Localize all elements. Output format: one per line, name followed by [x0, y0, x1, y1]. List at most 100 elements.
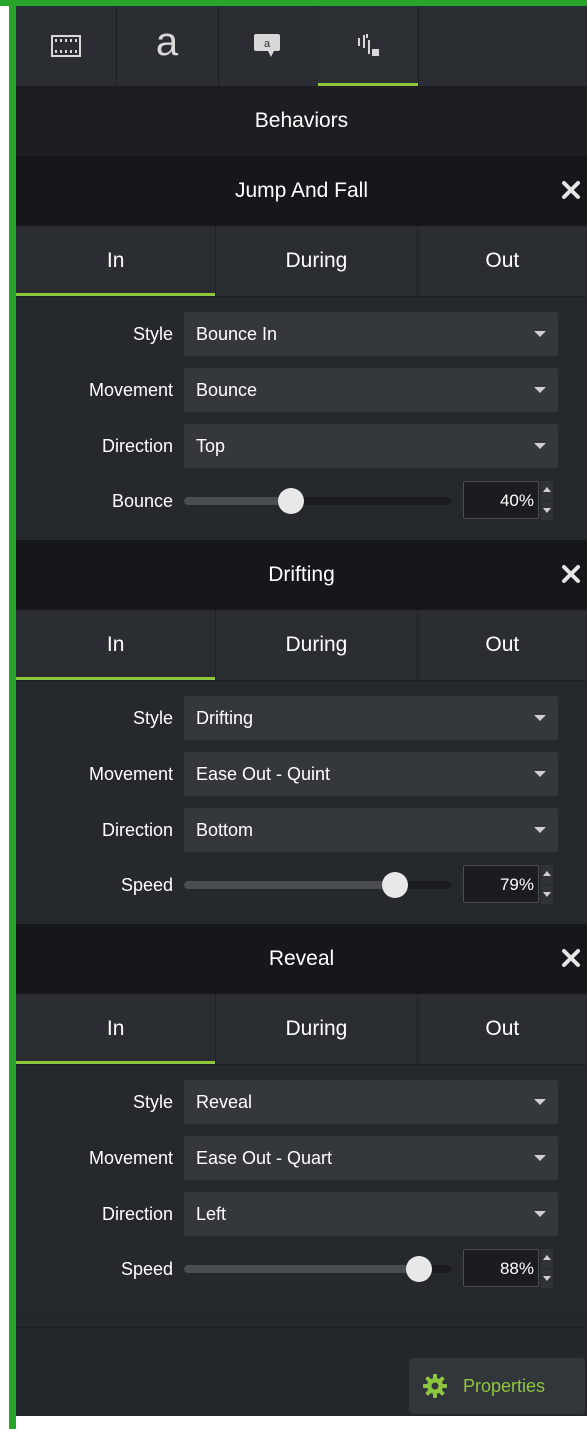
tab-out[interactable]: Out: [418, 226, 587, 296]
slider-row: Speed 79%: [16, 863, 587, 907]
movement-row: Movement Ease Out - Quint: [16, 752, 587, 796]
style-dropdown[interactable]: Reveal: [184, 1080, 558, 1124]
tab-during[interactable]: During: [216, 226, 418, 296]
movement-label: Movement: [88, 764, 173, 784]
callout-icon-letter: a: [264, 38, 271, 50]
slider-thumb[interactable]: [405, 1256, 432, 1282]
tab-out[interactable]: Out: [418, 994, 587, 1064]
spin-down-icon[interactable]: [541, 501, 553, 520]
tab-in[interactable]: In: [16, 226, 217, 296]
remove-behavior-icon[interactable]: [561, 564, 581, 584]
style-dropdown[interactable]: Bounce In: [184, 312, 558, 356]
tab-in[interactable]: In: [16, 610, 217, 680]
phase-tabs: In During Out: [16, 994, 587, 1064]
behavior-properties: Style Reveal Movement Ease Out - Quart D…: [16, 1064, 587, 1311]
direction-dropdown[interactable]: Bottom: [184, 808, 558, 852]
spinbox-value[interactable]: 88%: [463, 1249, 539, 1287]
properties-button[interactable]: Properties: [409, 1358, 585, 1414]
style-value: Drifting: [196, 708, 254, 728]
style-label: Style: [132, 1092, 173, 1112]
style-row: Style Bounce In: [16, 312, 587, 356]
direction-dropdown[interactable]: Left: [184, 1192, 558, 1236]
film-strip-icon: [51, 35, 81, 57]
tab-text-properties[interactable]: a: [116, 6, 219, 86]
spinbox-value[interactable]: 40%: [463, 481, 539, 519]
slider-track: [184, 497, 451, 505]
gear-icon: [423, 1374, 447, 1398]
spin-up-icon[interactable]: [541, 1249, 553, 1268]
behavior-name: Reveal: [268, 947, 335, 970]
bounce-spinbox: 40%: [463, 479, 555, 523]
slider-thumb[interactable]: [277, 488, 304, 514]
tab-during[interactable]: During: [216, 994, 418, 1064]
movement-dropdown[interactable]: Bounce: [184, 368, 558, 412]
behavior-jump-and-fall: Jump And Fall In During Out Style Bounce…: [16, 156, 587, 543]
movement-dropdown[interactable]: Ease Out - Quart: [184, 1136, 558, 1180]
remove-behavior-icon[interactable]: [561, 180, 581, 200]
dropdown-arrow-icon: [534, 443, 546, 449]
style-row: Style Reveal: [16, 1080, 587, 1124]
slider-label: Bounce: [111, 491, 173, 511]
spin-up-icon[interactable]: [541, 481, 553, 500]
direction-row: Direction Bottom: [16, 808, 587, 852]
movement-label: Movement: [88, 1148, 173, 1168]
movement-row: Movement Ease Out - Quart: [16, 1136, 587, 1180]
tab-out[interactable]: Out: [418, 610, 587, 680]
bounce-slider[interactable]: [184, 479, 451, 523]
dropdown-arrow-icon: [534, 331, 546, 337]
style-row: Style Drifting: [16, 696, 587, 740]
style-label: Style: [132, 324, 173, 344]
behavior-drifting: Drifting In During Out Style Drifting Mo…: [16, 540, 587, 927]
movement-value: Bounce: [196, 380, 258, 400]
speed-slider[interactable]: [184, 1247, 451, 1291]
spin-down-icon[interactable]: [541, 1269, 553, 1288]
slider-label: Speed: [120, 875, 173, 895]
panel-title: Behaviors: [16, 86, 587, 157]
direction-label: Direction: [101, 820, 173, 840]
style-dropdown[interactable]: Drifting: [184, 696, 558, 740]
style-label: Style: [132, 708, 173, 728]
behavior-header: Reveal: [16, 924, 587, 994]
direction-value: Left: [196, 1204, 227, 1224]
spin-up-icon[interactable]: [541, 865, 553, 884]
slider-track: [184, 881, 451, 889]
slider-row: Bounce 40%: [16, 479, 587, 523]
slider-label: Speed: [120, 1259, 173, 1279]
direction-row: Direction Top: [16, 424, 587, 468]
tab-visual-properties[interactable]: [16, 6, 117, 86]
properties-panel: a a Behaviors Jump And Fall In During Ou…: [16, 6, 587, 1416]
spinbox-value[interactable]: 79%: [463, 865, 539, 903]
slider-row: Speed 88%: [16, 1247, 587, 1291]
dropdown-arrow-icon: [534, 771, 546, 777]
movement-label: Movement: [88, 380, 173, 400]
direction-row: Direction Left: [16, 1192, 587, 1236]
behaviors-window: a a Behaviors Jump And Fall In During Ou…: [0, 0, 587, 1429]
direction-value: Top: [196, 436, 226, 456]
phase-tabs: In During Out: [16, 226, 587, 296]
direction-label: Direction: [101, 1204, 173, 1224]
speed-spinbox: 79%: [463, 863, 555, 907]
direction-dropdown[interactable]: Top: [184, 424, 558, 468]
movement-dropdown[interactable]: Ease Out - Quint: [184, 752, 558, 796]
remove-behavior-icon[interactable]: [561, 948, 581, 968]
behavior-name: Drifting: [268, 563, 335, 586]
direction-value: Bottom: [196, 820, 254, 840]
tab-behaviors[interactable]: [318, 6, 419, 86]
spin-down-icon[interactable]: [541, 885, 553, 904]
behavior-properties: Style Drifting Movement Ease Out - Quint…: [16, 680, 587, 927]
dropdown-arrow-icon: [534, 715, 546, 721]
tab-in[interactable]: In: [16, 994, 217, 1064]
dropdown-arrow-icon: [534, 1155, 546, 1161]
tab-callout-properties[interactable]: a: [218, 6, 319, 86]
slider-thumb[interactable]: [381, 872, 408, 898]
slider-fill: [184, 1265, 419, 1273]
dropdown-arrow-icon: [534, 387, 546, 393]
behavior-reveal: Reveal In During Out Style Reveal Moveme…: [16, 924, 587, 1311]
dropdown-arrow-icon: [534, 1099, 546, 1105]
phase-tabs: In During Out: [16, 610, 587, 680]
annotation-text-icon: a: [155, 20, 179, 64]
slider-fill: [184, 497, 291, 505]
style-value: Reveal: [196, 1092, 253, 1112]
tab-during[interactable]: During: [216, 610, 418, 680]
speed-slider[interactable]: [184, 863, 451, 907]
